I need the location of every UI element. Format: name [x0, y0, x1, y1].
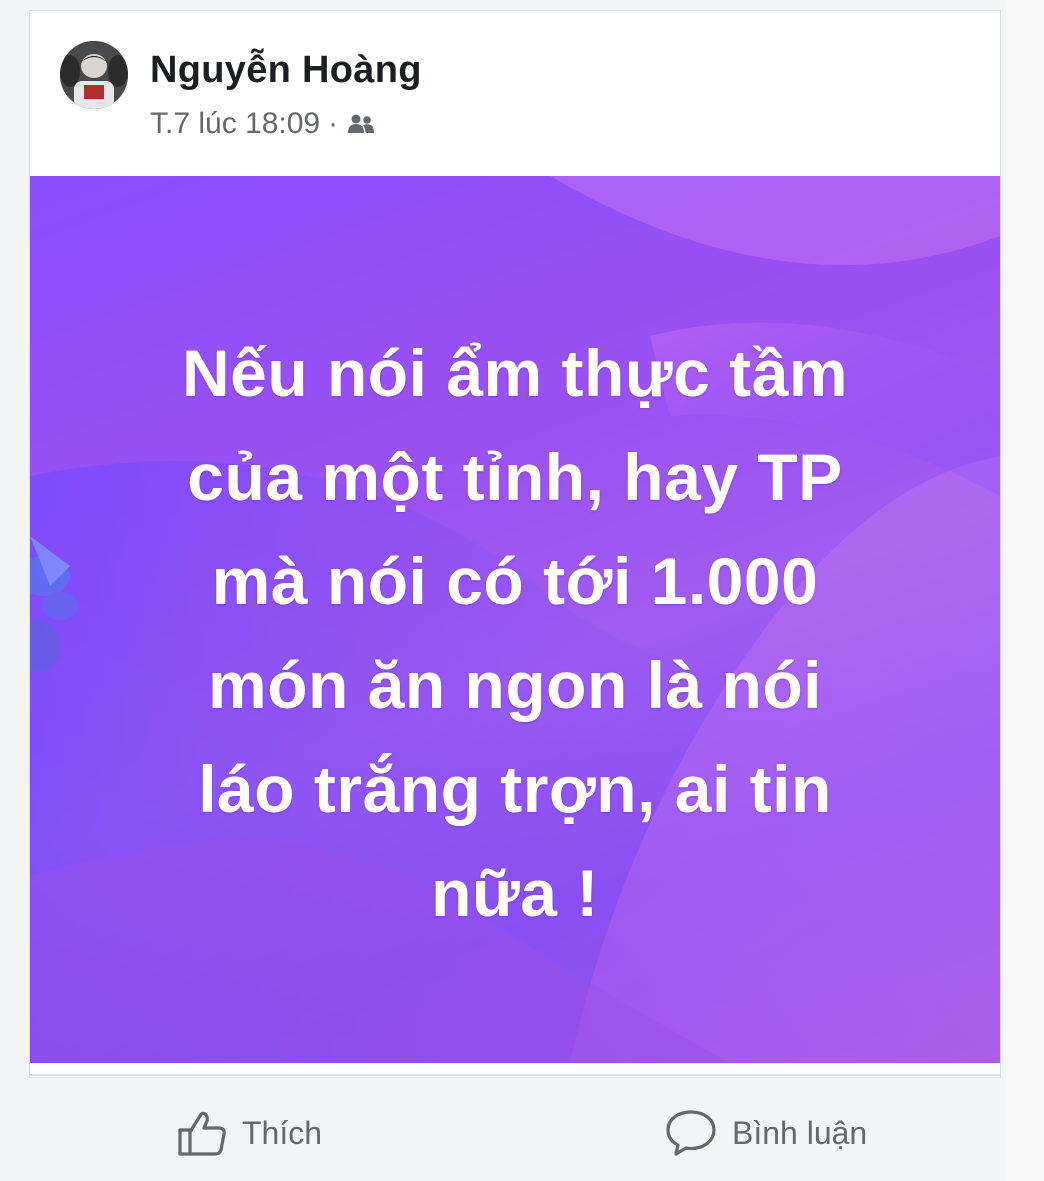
post-actions: Thích Bình luận [0, 1090, 1044, 1180]
post-header: Nguyễn Hoàng T.7 lúc 18:09 · [30, 11, 1000, 176]
like-label: Thích [242, 1114, 323, 1151]
thumbs-up-icon [178, 1111, 226, 1156]
card-divider [29, 1074, 1001, 1076]
like-button[interactable]: Thích [176, 1108, 322, 1158]
right-margin [1006, 0, 1044, 1181]
comment-button[interactable]: Bình luận [664, 1108, 867, 1158]
author-avatar[interactable] [60, 41, 128, 109]
speech-bubble-icon [666, 1110, 716, 1156]
friends-icon[interactable] [346, 113, 376, 135]
post-meta: T.7 lúc 18:09 · [150, 107, 376, 141]
post-text: Nếu nói ẩm thực tầm của một tỉnh, hay TP… [181, 336, 849, 930]
post-card: Nguyễn Hoàng T.7 lúc 18:09 · Nếu nói ẩm … [29, 10, 1001, 1078]
screenshot-frame: Nguyễn Hoàng T.7 lúc 18:09 · Nếu nói ẩm … [0, 0, 1044, 1181]
post-background: Nếu nói ẩm thực tầm của một tỉnh, hay TP… [30, 176, 1000, 1063]
meta-separator: · [328, 107, 339, 140]
author-name[interactable]: Nguyễn Hoàng [150, 49, 422, 92]
avatar-photo-icon [60, 41, 128, 109]
post-timestamp[interactable]: T.7 lúc 18:09 [150, 107, 320, 141]
comment-label: Bình luận [732, 1114, 868, 1151]
